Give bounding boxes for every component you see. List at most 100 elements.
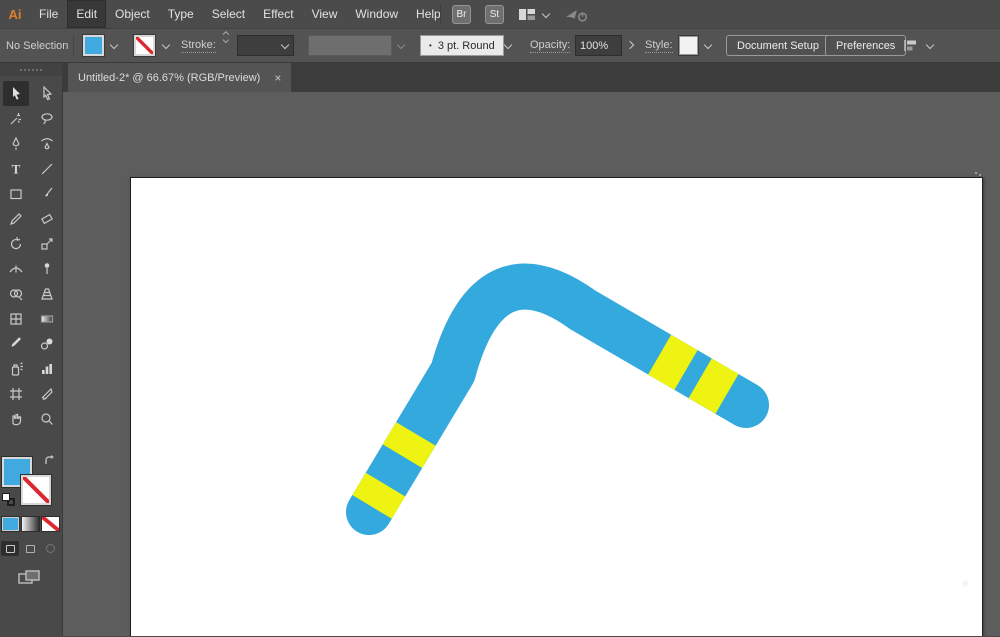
tool-eyedropper[interactable] xyxy=(3,331,29,356)
tool-eraser[interactable] xyxy=(34,206,60,231)
menu-help[interactable]: Help xyxy=(407,0,450,28)
artboard[interactable] xyxy=(130,177,983,636)
tool-column-graph[interactable] xyxy=(34,356,60,381)
tool-line-segment[interactable] xyxy=(34,156,60,181)
mesh-tool-icon xyxy=(9,312,22,325)
tool-blend[interactable] xyxy=(34,331,60,356)
column-graph-tool-icon xyxy=(41,363,52,374)
toolbar-stroke-swatch[interactable] xyxy=(21,475,51,505)
opacity-value: 100% xyxy=(580,39,609,52)
tool-paintbrush[interactable] xyxy=(34,181,60,206)
change-screen-mode-button[interactable] xyxy=(17,569,41,587)
stroke-color-swatch[interactable] xyxy=(134,35,155,56)
tool-direct-selection[interactable] xyxy=(34,81,60,106)
tool-artboard[interactable] xyxy=(3,381,29,406)
gradient-tool-icon xyxy=(40,314,53,323)
tool-rotate[interactable] xyxy=(3,231,29,256)
stepper-up-icon[interactable] xyxy=(222,30,229,35)
brush-dropdown-chevron-icon[interactable] xyxy=(503,41,512,50)
menu-type[interactable]: Type xyxy=(159,0,203,28)
tool-selection[interactable] xyxy=(2,81,29,106)
tool-symbol-sprayer[interactable] xyxy=(3,356,29,381)
opacity-expand-chevron-icon[interactable] xyxy=(626,41,635,50)
apply-none-button[interactable] xyxy=(41,516,60,532)
eyedropper-tool-icon xyxy=(11,336,21,347)
tool-curvature[interactable] xyxy=(34,131,60,156)
tool-pen[interactable] xyxy=(3,131,29,156)
stepper-down-icon[interactable] xyxy=(222,37,229,42)
style-label[interactable]: Style: xyxy=(645,39,673,53)
canvas-pasteboard[interactable] xyxy=(63,92,1000,636)
tool-slice[interactable] xyxy=(34,381,60,406)
opacity-label[interactable]: Opacity: xyxy=(530,39,571,53)
type-tool-icon: T xyxy=(11,161,20,176)
draw-normal-mode-button[interactable] xyxy=(1,541,19,556)
stroke-weight-label[interactable]: Stroke: xyxy=(181,39,216,53)
scale-tool-icon xyxy=(40,237,53,250)
tool-hand[interactable] xyxy=(3,406,29,431)
tools-panel: T xyxy=(0,63,63,636)
tool-lasso[interactable] xyxy=(34,106,60,131)
draw-inside-mode-button[interactable] xyxy=(41,541,59,556)
menubar-divider xyxy=(440,4,441,24)
menu-view[interactable]: View xyxy=(303,0,347,28)
puppet-warp-tool-icon xyxy=(44,262,49,274)
tool-mesh[interactable] xyxy=(3,306,29,331)
align-options-icon[interactable] xyxy=(903,38,920,53)
fill-dropdown-chevron-icon[interactable] xyxy=(109,41,118,50)
line-segment-tool-icon xyxy=(41,163,52,174)
perspective-grid-tool-icon xyxy=(40,287,53,300)
tool-scale[interactable] xyxy=(34,231,60,256)
workspace-switcher[interactable] xyxy=(518,8,550,21)
tool-magic-wand[interactable] xyxy=(3,106,29,131)
document-setup-button[interactable]: Document Setup xyxy=(726,35,830,56)
stroke-dropdown-chevron-icon[interactable] xyxy=(161,41,170,50)
menu-window[interactable]: Window xyxy=(346,0,407,28)
tool-zoom[interactable] xyxy=(34,406,60,431)
stroke-weight-select[interactable] xyxy=(237,35,294,56)
width-tool-icon xyxy=(9,265,22,272)
default-fill-stroke-icon[interactable] xyxy=(2,493,16,507)
fill-color-swatch[interactable] xyxy=(83,35,104,56)
tool-rectangle[interactable] xyxy=(3,181,29,206)
sync-settings-icon[interactable] xyxy=(564,7,588,23)
draw-behind-mode-button[interactable] xyxy=(21,541,39,556)
menu-select[interactable]: Select xyxy=(203,0,254,28)
style-swatch[interactable] xyxy=(679,36,698,55)
menu-object[interactable]: Object xyxy=(106,0,159,28)
tools-panel-grip[interactable] xyxy=(0,63,62,76)
canvas-smudge xyxy=(961,579,970,588)
tool-perspective-grid[interactable] xyxy=(34,281,60,306)
style-dropdown-chevron-icon[interactable] xyxy=(703,41,712,50)
swap-fill-stroke-icon[interactable] xyxy=(43,454,58,469)
tool-type[interactable]: T xyxy=(3,156,29,181)
tool-puppet-warp[interactable] xyxy=(34,256,60,281)
menu-file[interactable]: File xyxy=(30,0,67,28)
document-tab[interactable]: Untitled-2* @ 66.67% (RGB/Preview) × xyxy=(68,63,292,92)
tool-shape-builder[interactable] xyxy=(3,281,29,306)
selection-tool-icon xyxy=(12,86,20,100)
tool-width[interactable] xyxy=(3,256,29,281)
stock-button[interactable]: St xyxy=(485,5,504,24)
stroke-weight-stepper[interactable] xyxy=(221,29,230,62)
hand-tool-icon xyxy=(11,413,21,425)
tab-close-icon[interactable]: × xyxy=(274,72,281,84)
align-dropdown-chevron-icon[interactable] xyxy=(925,41,934,50)
apply-gradient-button[interactable] xyxy=(21,516,40,532)
menu-effect[interactable]: Effect xyxy=(254,0,302,28)
bridge-button[interactable]: Br xyxy=(452,5,471,24)
menu-bar: Ai File Edit Object Type Select Effect V… xyxy=(0,0,1000,29)
menu-edit[interactable]: Edit xyxy=(67,0,107,28)
selection-status: No Selection xyxy=(6,39,69,52)
shaper-tool-icon xyxy=(9,212,22,225)
eraser-tool-icon xyxy=(40,213,53,224)
control-bar: No Selection Stroke: • 3 pt. Round Opaci… xyxy=(0,29,1000,63)
preferences-button[interactable]: Preferences xyxy=(825,35,907,56)
opacity-input[interactable]: 100% xyxy=(575,35,622,56)
rectangle-tool-icon xyxy=(9,188,22,199)
apply-color-button[interactable] xyxy=(1,516,20,532)
brush-definition-select[interactable]: • 3 pt. Round xyxy=(420,35,504,56)
controlbar-divider xyxy=(73,34,74,57)
tool-shaper[interactable] xyxy=(3,206,29,231)
tool-gradient[interactable] xyxy=(34,306,60,331)
